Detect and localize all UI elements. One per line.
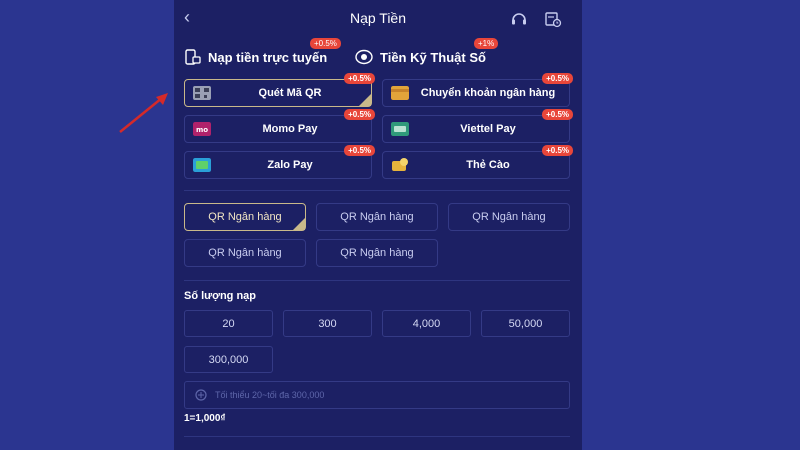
payment-option-qr[interactable]: Quét Mã QR +0.5% [184,73,375,107]
divider [184,436,570,437]
tab-online-deposit[interactable]: Nạp tiền trực tuyến +0.5% [184,38,341,68]
selected-corner-icon [359,94,371,106]
header: ‹ Nạp Tiền [174,0,582,36]
tab-label: Nạp tiền trực tuyến [208,49,328,65]
amount-preset[interactable]: 4,000 [382,310,471,337]
amount-label: Số lượng nạp [184,290,257,302]
headset-icon[interactable] [510,10,528,28]
bank-option[interactable]: QR Ngân hàng [316,239,438,267]
zalo-pay-icon [193,158,211,172]
phone-card-icon [185,49,201,65]
bonus-badge: +1% [474,38,499,49]
bank-option[interactable]: QR Ngân hàng [184,203,306,231]
divider [184,280,570,281]
bank-option-label: QR Ngân hàng [340,247,414,259]
momo-icon: mo [193,122,211,136]
bonus-badge: +0.5% [344,109,375,120]
annotation-arrow-icon [119,93,168,133]
payment-label: Quét Mã QR [258,87,322,99]
scratch-card-icon [392,158,408,171]
payment-label: Viettel Pay [460,123,516,135]
bonus-badge: +0.5% [542,73,573,84]
payment-option-momo[interactable]: mo Momo Pay +0.5% [184,109,375,143]
divider [184,190,570,191]
history-icon[interactable] [544,10,562,28]
payment-label: Momo Pay [262,123,318,135]
bank-option[interactable]: QR Ngân hàng [184,239,306,267]
tab-label: Tiền Kỹ Thuật Số [380,49,486,65]
svg-text:mo: mo [196,126,208,134]
payment-option-viettel-pay[interactable]: Viettel Pay +0.5% [382,109,573,143]
amount-input-placeholder: Tối thiểu 20~tối đa 300,000 [215,390,325,400]
coin-small-icon [195,389,207,401]
bank-option[interactable]: QR Ngân hàng [448,203,570,231]
bonus-badge: +0.5% [344,73,375,84]
amount-preset[interactable]: 20 [184,310,273,337]
bank-option-label: QR Ngân hàng [340,211,414,223]
bonus-badge: +0.5% [542,145,573,156]
coin-icon [355,49,373,65]
bank-option-label: QR Ngân hàng [472,211,546,223]
bank-option-label: QR Ngân hàng [208,247,282,259]
bank-option[interactable]: QR Ngân hàng [316,203,438,231]
deposit-panel: ‹ Nạp Tiền Nạp tiền trực tuyến +0.5% Tiề… [174,0,582,450]
bank-card-icon [391,86,409,100]
payment-label: Chuyển khoản ngân hàng [420,87,556,99]
bonus-badge: +0.5% [310,38,341,49]
bonus-badge: +0.5% [344,145,375,156]
amount-preset[interactable]: 50,000 [481,310,570,337]
payment-option-bank-transfer[interactable]: Chuyển khoản ngân hàng +0.5% [382,73,573,107]
qr-code-icon [193,86,211,100]
payment-option-scratch-card[interactable]: Thẻ Cào +0.5% [382,145,573,179]
exchange-rate: 1=1,000₫ [184,413,226,424]
amount-preset[interactable]: 300,000 [184,346,273,373]
amount-input[interactable]: Tối thiểu 20~tối đa 300,000 [184,381,570,409]
payment-label: Thẻ Cào [466,159,510,171]
selected-corner-icon [293,218,305,230]
tab-digital-currency[interactable]: Tiền Kỹ Thuật Số +1% [354,38,499,68]
amount-preset[interactable]: 300 [283,310,372,337]
viettel-pay-icon [391,122,409,136]
payment-label: Zalo Pay [267,159,313,171]
payment-option-zalo-pay[interactable]: Zalo Pay +0.5% [184,145,375,179]
bonus-badge: +0.5% [542,109,573,120]
bank-option-label: QR Ngân hàng [208,211,282,223]
